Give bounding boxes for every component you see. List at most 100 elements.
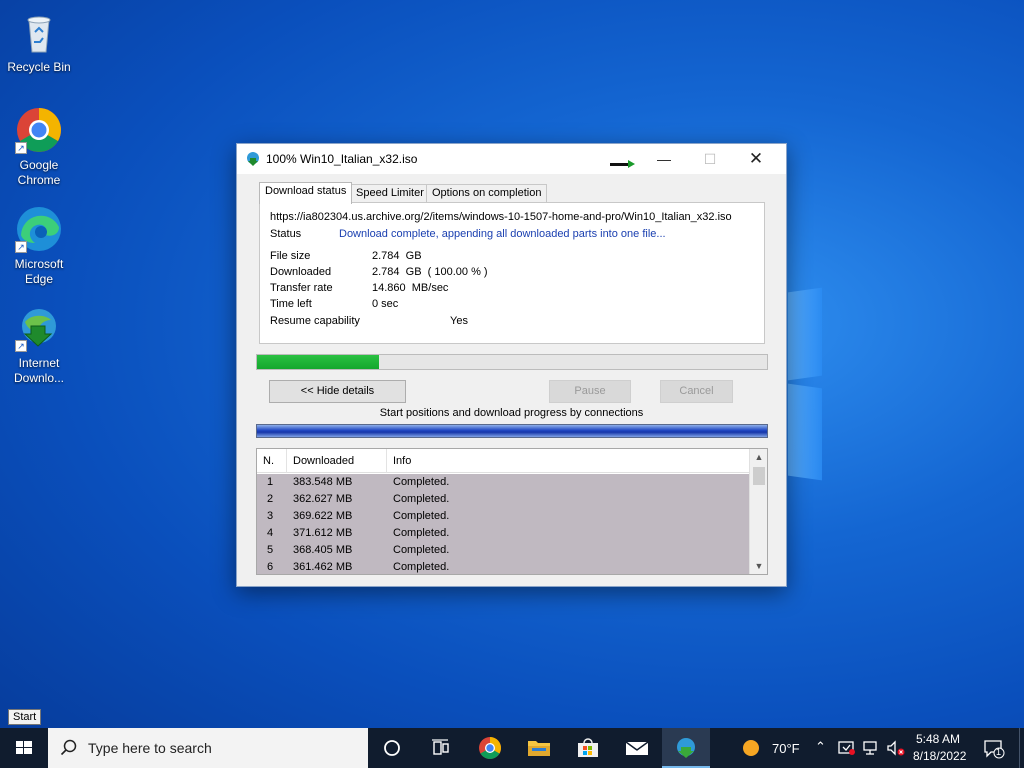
progress-fill	[257, 355, 380, 369]
search-box[interactable]: Type here to search	[48, 728, 368, 768]
mail-icon	[625, 741, 649, 755]
scroll-down-icon[interactable]: ▼	[750, 558, 767, 574]
desktop-icon-chrome[interactable]: ↗ Google Chrome	[1, 106, 77, 188]
row-downloaded: 369.622 MB	[293, 510, 353, 522]
transfer-rate-label: Transfer rate	[270, 282, 333, 294]
resume-capability-value: Yes	[450, 315, 468, 327]
time-left-label: Time left	[270, 298, 312, 310]
tab-speed-limiter[interactable]: Speed Limiter	[350, 184, 430, 203]
transfer-rate-value: 14.860 MB/sec	[372, 282, 449, 294]
taskbar-mail[interactable]	[613, 728, 661, 768]
taskbar-chrome[interactable]	[466, 728, 514, 768]
start-tooltip: Start	[8, 709, 42, 725]
scroll-thumb[interactable]	[753, 467, 765, 485]
list-header: N. Downloaded Info	[257, 449, 749, 473]
maximize-button[interactable]: ☐	[687, 144, 733, 174]
row-downloaded: 368.405 MB	[293, 544, 353, 556]
desktop-icon-label: Recycle Bin	[7, 60, 71, 74]
shortcut-arrow-icon: ↗	[15, 340, 27, 352]
status-value: Download complete, appending all downloa…	[339, 228, 666, 240]
pause-button[interactable]: Pause	[549, 380, 631, 403]
row-info: Completed.	[393, 510, 450, 522]
recycle-bin-icon	[15, 8, 63, 56]
row-number: 1	[267, 476, 274, 488]
table-row[interactable]: 4 371.612 MB Completed.	[257, 525, 749, 542]
column-header-n[interactable]: N.	[257, 449, 287, 473]
table-row[interactable]: 3 369.622 MB Completed.	[257, 508, 749, 525]
taskbar: Type here to search 70°F ⌃ 5:48 AM 8/18/…	[0, 728, 1024, 768]
title-bar[interactable]: 100% Win10_Italian_x32.iso — ☐ ✕	[237, 144, 786, 174]
table-row[interactable]: 5 368.405 MB Completed.	[257, 542, 749, 559]
row-info: Completed.	[393, 527, 450, 539]
edge-icon: ↗	[15, 205, 63, 253]
file-size-label: File size	[270, 250, 311, 262]
desktop-icon-label: Microsoft Edge	[14, 257, 64, 286]
show-hidden-icons-chevron-icon[interactable]: ⌃	[815, 739, 826, 755]
taskbar-idm[interactable]	[662, 728, 710, 768]
idm-icon	[677, 738, 695, 758]
volume-muted-icon[interactable]	[886, 740, 906, 756]
row-downloaded: 383.548 MB	[293, 476, 353, 488]
chrome-icon	[479, 737, 501, 759]
desktop-icon-idm[interactable]: ↗ Internet Downlo...	[1, 304, 77, 386]
weather-temperature[interactable]: 70°F	[772, 741, 800, 756]
download-progress-bar	[256, 354, 768, 370]
notification-count-badge: 1	[996, 747, 1002, 757]
taskbar-file-explorer[interactable]	[515, 728, 563, 768]
status-label: Status	[270, 228, 302, 240]
network-icon[interactable]	[862, 740, 880, 756]
row-number: 3	[267, 510, 274, 522]
windows-wallpaper-logo	[788, 287, 828, 481]
cortana-icon	[384, 740, 400, 756]
row-downloaded: 361.462 MB	[293, 561, 353, 573]
notification-center-icon[interactable]	[983, 739, 1005, 759]
desktop-icon-recycle-bin[interactable]: Recycle Bin	[1, 8, 77, 75]
row-number: 5	[267, 544, 274, 556]
column-header-downloaded[interactable]: Downloaded	[287, 449, 387, 473]
minimize-button[interactable]: —	[641, 144, 687, 174]
row-downloaded: 371.612 MB	[293, 527, 353, 539]
connections-list[interactable]: N. Downloaded Info 1 383.548 MB Complete…	[256, 448, 768, 575]
file-size-value: 2.784 GB	[372, 250, 422, 262]
hide-details-button[interactable]: << Hide details	[269, 380, 406, 403]
idm-icon	[245, 151, 261, 167]
shortcut-arrow-icon: ↗	[15, 142, 27, 154]
task-view-button[interactable]	[416, 728, 464, 768]
cortana-button[interactable]	[368, 728, 416, 768]
download-url: https://ia802304.us.archive.org/2/items/…	[270, 211, 732, 223]
download-status-panel: https://ia802304.us.archive.org/2/items/…	[259, 202, 765, 344]
downloaded-label: Downloaded	[270, 266, 332, 278]
scroll-up-icon[interactable]: ▲	[750, 449, 767, 465]
desktop-icon-label: Internet Downlo...	[13, 356, 65, 385]
clock-date[interactable]: 8/18/2022	[913, 749, 966, 763]
shortcut-arrow-icon: ↗	[15, 241, 27, 253]
row-number: 6	[267, 561, 274, 573]
download-arrow-icon	[610, 160, 635, 168]
start-button[interactable]	[0, 728, 48, 768]
desktop-icon-edge[interactable]: ↗ Microsoft Edge	[1, 205, 77, 287]
security-icon[interactable]	[838, 740, 856, 756]
idm-icon: ↗	[15, 304, 63, 352]
task-view-icon	[432, 739, 449, 755]
clock-time[interactable]: 5:48 AM	[916, 732, 960, 746]
table-row[interactable]: 2 362.627 MB Completed.	[257, 491, 749, 508]
taskbar-store[interactable]	[564, 728, 612, 768]
cancel-button[interactable]: Cancel	[660, 380, 733, 403]
list-scrollbar[interactable]: ▲ ▼	[749, 449, 767, 574]
close-button[interactable]: ✕	[733, 144, 779, 174]
store-icon	[578, 738, 598, 757]
row-info: Completed.	[393, 493, 450, 505]
weather-sun-icon[interactable]	[742, 739, 760, 757]
time-left-value: 0 sec	[372, 298, 399, 310]
table-row[interactable]: 6 361.462 MB Completed.	[257, 559, 749, 574]
resume-capability-label: Resume capability	[270, 315, 360, 327]
row-downloaded: 362.627 MB	[293, 493, 353, 505]
column-header-info[interactable]: Info	[387, 449, 749, 473]
show-desktop-button[interactable]	[1019, 728, 1024, 768]
table-row[interactable]: 1 383.548 MB Completed.	[257, 474, 749, 491]
tab-download-status[interactable]: Download status	[259, 182, 353, 204]
folder-icon	[528, 741, 550, 756]
search-placeholder: Type here to search	[88, 740, 212, 756]
tab-options-on-completion[interactable]: Options on completion	[426, 184, 548, 203]
row-number: 4	[267, 527, 274, 539]
